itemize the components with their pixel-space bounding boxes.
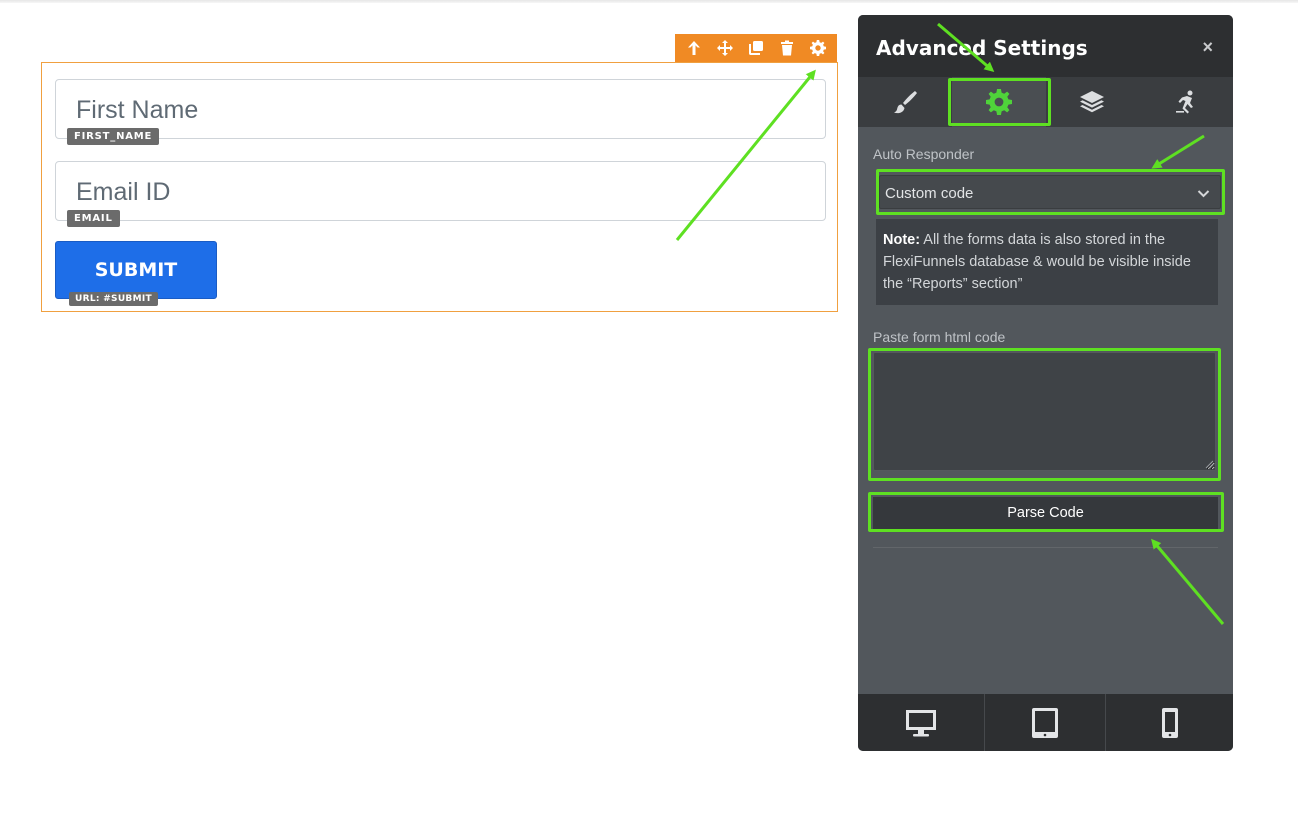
note-text: All the forms data is also stored in the… (883, 232, 1191, 292)
submit-button[interactable]: SUBMIT (55, 241, 217, 299)
close-button[interactable]: × (1202, 37, 1213, 58)
paste-html-textarea[interactable] (873, 352, 1216, 471)
brush-icon (893, 91, 917, 114)
auto-responder-value: Custom code (885, 185, 974, 202)
email-tag: EMAIL (67, 210, 120, 227)
duplicate-icon (748, 41, 763, 55)
first-name-tag: FIRST_NAME (67, 128, 160, 145)
desktop-view-button[interactable] (858, 694, 985, 751)
resize-grip-icon[interactable] (1204, 459, 1214, 469)
top-shadow (0, 0, 1298, 3)
element-settings-button[interactable] (806, 36, 830, 60)
parse-code-button[interactable]: Parse Code (873, 497, 1218, 529)
move-up-button[interactable] (682, 36, 706, 60)
animation-icon (1176, 90, 1194, 114)
auto-responder-label: Auto Responder (873, 146, 975, 162)
tablet-view-button[interactable] (985, 694, 1106, 751)
tab-settings[interactable] (951, 77, 1046, 127)
advanced-settings-panel: Advanced Settings × Auto Responder Custo… (858, 15, 1233, 751)
auto-responder-select[interactable]: Custom code (879, 175, 1221, 209)
duplicate-button[interactable] (744, 36, 768, 60)
note-label: Note: (883, 232, 921, 248)
gear-icon (985, 89, 1012, 115)
panel-title: Advanced Settings (876, 36, 1088, 60)
arrow-up-icon (688, 41, 701, 55)
panel-header: Advanced Settings × (858, 15, 1233, 77)
desktop-icon (906, 709, 936, 736)
tab-animation[interactable] (1139, 77, 1233, 127)
tablet-icon (1032, 707, 1058, 738)
drag-move-button[interactable] (713, 36, 737, 60)
mobile-view-button[interactable] (1106, 694, 1233, 751)
panel-divider (873, 547, 1218, 548)
tab-style[interactable] (858, 77, 952, 127)
trash-icon (780, 40, 793, 56)
mobile-icon (1161, 707, 1178, 738)
email-input[interactable]: Email ID (55, 161, 826, 221)
email-placeholder: Email ID (76, 178, 171, 206)
first-name-placeholder: First Name (76, 96, 199, 124)
submit-url-tag: URL: #SUBMIT (69, 292, 158, 306)
info-note: Note: All the forms data is also stored … (876, 219, 1218, 305)
gear-icon (809, 40, 826, 56)
move-icon (717, 40, 734, 56)
device-switcher (858, 694, 1233, 751)
first-name-input[interactable]: First Name (55, 79, 826, 139)
form-element[interactable]: First Name FIRST_NAME Email ID EMAIL SUB… (41, 62, 838, 312)
panel-tabs (858, 77, 1233, 127)
paste-html-label: Paste form html code (873, 329, 1006, 345)
tab-layers[interactable] (1046, 77, 1140, 127)
delete-button[interactable] (775, 36, 799, 60)
element-toolbar (675, 34, 837, 62)
chevron-down-icon (1197, 190, 1210, 198)
layers-icon (1080, 91, 1105, 113)
